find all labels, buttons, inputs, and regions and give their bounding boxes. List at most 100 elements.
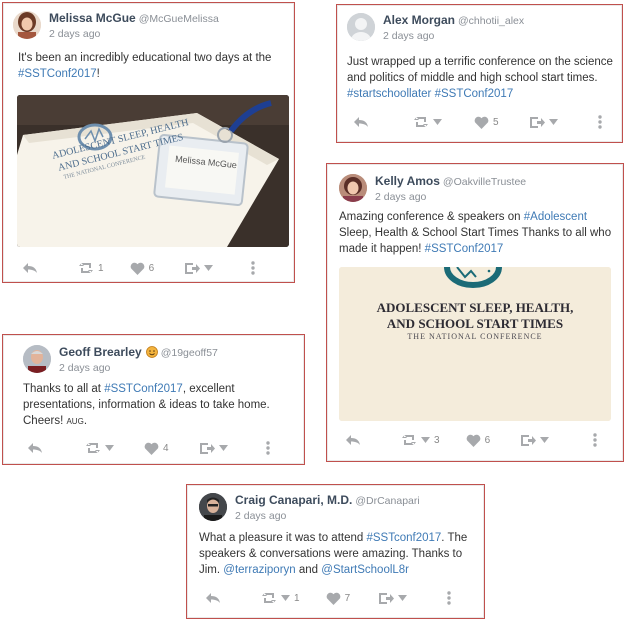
share-icon [521,434,537,446]
hashtag-link[interactable]: #SSTConf2017 [435,88,514,100]
heart-icon [326,592,340,605]
author-handle[interactable]: @chhotii_alex [458,15,524,27]
retweet-button[interactable] [413,116,442,128]
more-icon[interactable] [447,591,451,605]
like-count: 5 [493,116,499,128]
retweet-icon [414,117,428,127]
author-name[interactable]: Craig Canapari, M.D. [235,493,352,507]
text-segment: Just wrapped up a terrific conference on… [347,56,613,84]
post-header: Geoff Brearley @19geoff57 2 days ago [23,345,218,376]
like-button[interactable]: 5 [474,116,499,129]
like-button[interactable]: 7 [326,592,350,605]
retweet-button[interactable] [85,442,114,454]
post-meta: Alex Morgan @chhotii_alex 2 days ago [383,13,524,44]
mention-link[interactable]: @StartSchoolL8r [321,564,409,576]
retweet-button[interactable]: 3 [401,434,440,446]
like-count: 4 [163,442,169,454]
post-text: Thanks to all at #SSTConf2017, excellent… [23,381,301,430]
author-name[interactable]: Melissa McGue [49,11,136,25]
text-segment: Thanks to all at [23,383,105,395]
caret-down-icon [548,119,558,125]
photo-caption-line: ADOLESCENT SLEEP, HEALTH, [376,300,574,315]
avatar[interactable] [347,13,375,41]
post-card-melissa: Melissa McGue @McGueMelissa 2 days ago It… [2,2,295,283]
author-handle[interactable]: @19geoff57 [161,347,218,359]
share-button[interactable] [520,434,550,447]
caret-down-icon [398,595,408,601]
retweet-count: 1 [294,592,300,604]
avatar[interactable] [199,493,227,521]
author-name[interactable]: Geoff Brearley [59,345,142,359]
heart-icon [144,442,159,455]
more-icon[interactable] [597,115,602,129]
smiley-emoji-icon [145,346,158,358]
author-handle[interactable]: @McGueMelissa [139,13,219,25]
text-segment: What a pleasure it was to attend [199,532,367,544]
more-icon[interactable] [265,441,270,455]
text-segment: ! [96,68,100,80]
post-actions: 5 [353,115,602,129]
share-button[interactable] [529,116,558,129]
post-time[interactable]: 2 days ago [383,29,524,44]
post-text: Just wrapped up a terrific conference on… [347,54,619,102]
avatar[interactable] [339,174,367,202]
heart-icon [474,116,489,129]
post-actions: 1 7 [205,591,451,605]
retweet-button[interactable]: 1 [78,262,104,274]
post-text: Amazing conference & speakers on #Adoles… [339,209,621,257]
caret-down-icon [421,437,430,443]
reply-icon[interactable] [345,433,361,447]
post-header: Kelly Amos @OakvilleTrustee 2 days ago [339,174,526,205]
share-button[interactable] [378,592,408,605]
photo-caption-line: THE NATIONAL CONFERENCE [407,332,543,341]
author-name[interactable]: Alex Morgan [383,13,455,27]
retweet-button[interactable]: 1 [261,592,300,604]
post-time[interactable]: 2 days ago [59,361,218,376]
hashtag-link[interactable]: #SSTconf2017 [366,532,441,544]
reply-icon[interactable] [27,441,43,455]
post-actions: 1 6 [22,261,255,275]
post-photo[interactable]: ADOLESCENT SLEEP, HEALTH, AND SCHOOL STA… [339,267,611,421]
more-icon[interactable] [251,261,255,275]
retweet-icon [86,443,100,453]
like-count: 6 [148,262,155,274]
hashtag-link[interactable]: #startschoollater [347,88,431,100]
post-text: What a pleasure it was to attend #SSTcon… [199,530,481,578]
hashtag-link[interactable]: #SSTConf2017 [425,243,504,255]
author-handle[interactable]: @OakvilleTrustee [443,176,526,188]
post-time[interactable]: 2 days ago [375,190,526,205]
retweet-icon [402,435,416,445]
post-time[interactable]: 2 days ago [49,27,219,42]
avatar[interactable] [13,11,41,39]
post-time[interactable]: 2 days ago [235,509,420,524]
author-name[interactable]: Kelly Amos [375,174,440,188]
text-segment: and [295,564,322,576]
hashtag-link[interactable]: #SSTConf2017 [104,383,183,395]
like-button[interactable]: 6 [130,262,155,275]
caret-down-icon [281,595,290,601]
heart-icon [466,434,480,447]
post-meta: Craig Canapari, M.D. @DrCanapari 2 days a… [235,493,420,524]
post-photo[interactable]: ADOLESCENT SLEEP, HEALTH AND SCHOOL STAR… [17,95,289,247]
hashtag-link[interactable]: #Adolescent [524,211,587,223]
post-header: Melissa McGue @McGueMelissa 2 days ago [13,11,219,42]
reply-icon[interactable] [205,591,221,605]
heart-icon [130,262,144,275]
text-segment: Amazing conference & speakers on [339,211,524,223]
mention-link[interactable]: @terraziporyn [223,564,295,576]
author-handle[interactable]: @DrCanapari [355,495,419,507]
like-button[interactable]: 4 [144,442,169,455]
caret-down-icon [218,445,228,451]
hashtag-link[interactable]: #SSTConf2017 [18,68,97,80]
more-icon[interactable] [593,433,597,447]
post-header: Craig Canapari, M.D. @DrCanapari 2 days a… [199,493,420,524]
share-button[interactable] [199,442,228,455]
share-icon [185,262,201,274]
like-count: 6 [484,434,491,446]
like-button[interactable]: 6 [466,434,491,447]
reply-icon[interactable] [353,115,369,129]
share-button[interactable] [184,262,214,275]
avatar[interactable] [23,345,51,373]
post-card-geoff: Geoff Brearley @19geoff57 2 days ago Than… [2,334,305,465]
reply-icon[interactable] [22,261,38,275]
